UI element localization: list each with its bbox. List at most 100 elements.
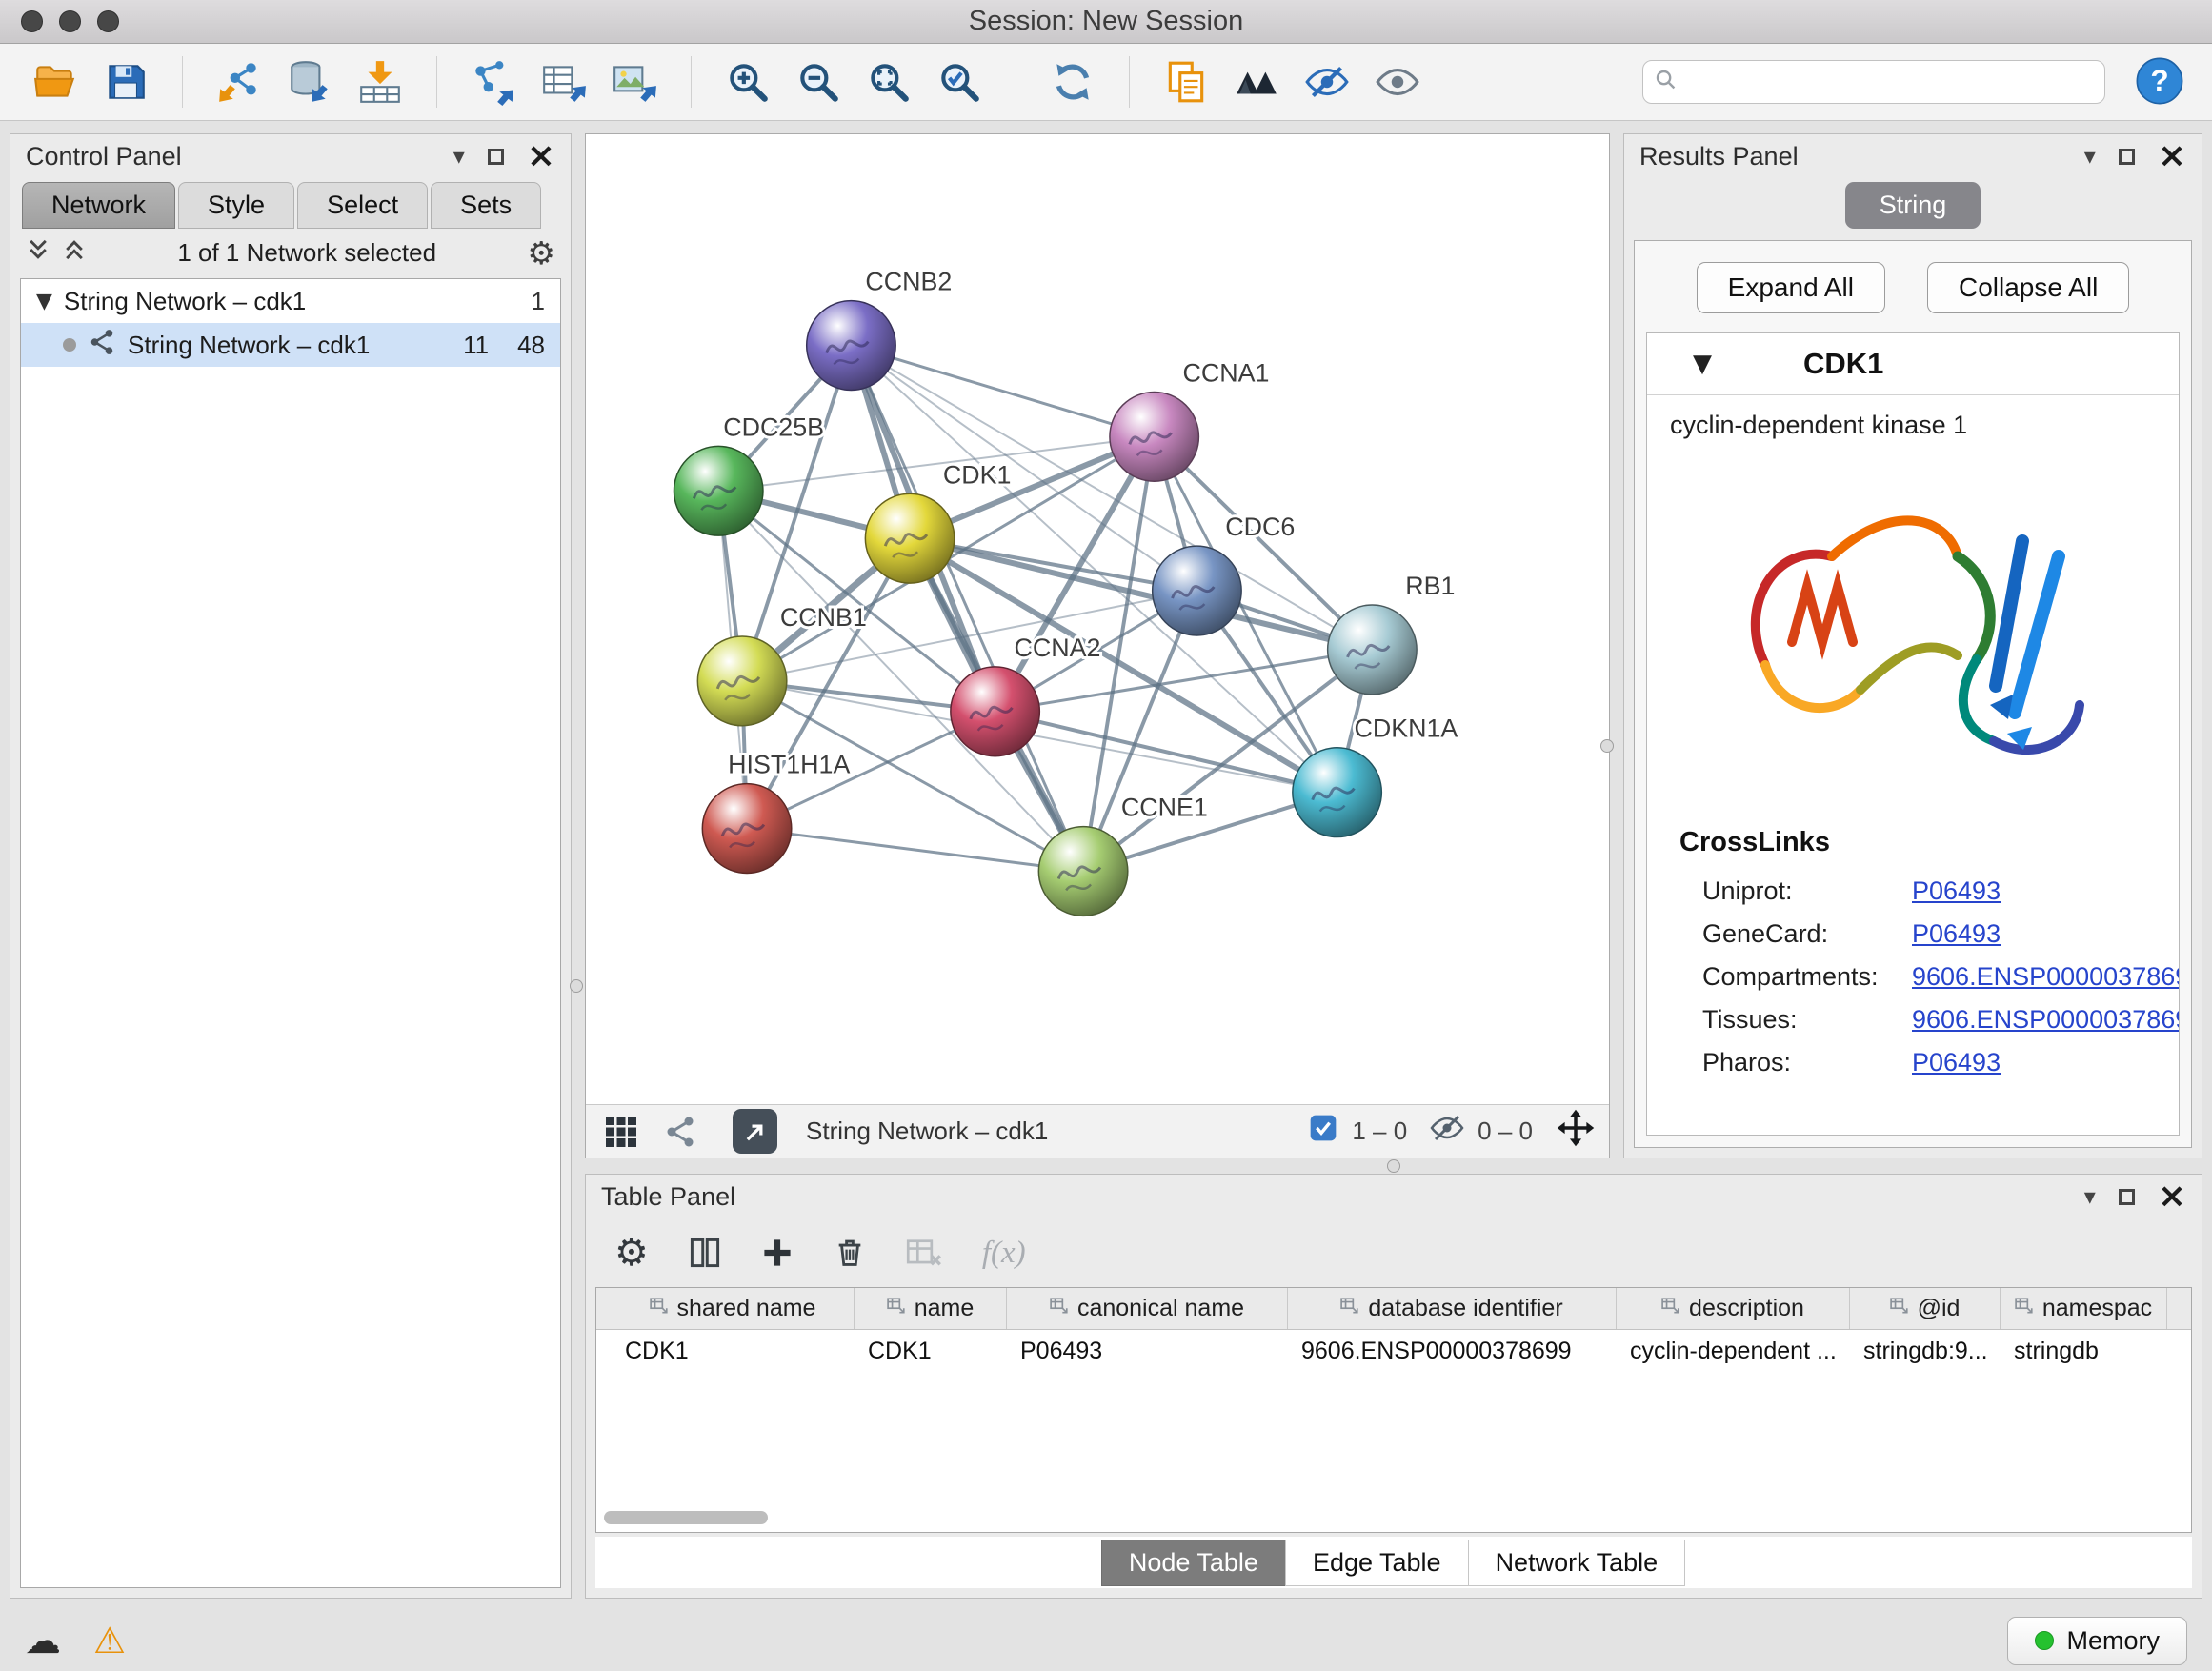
network-edge[interactable] [747,829,1083,872]
network-node-cdkn1a[interactable]: CDKN1A [1293,715,1458,837]
tab-style[interactable]: Style [178,182,294,229]
show-annotations-button[interactable] [1156,51,1217,112]
table-cell[interactable]: P06493 [1007,1338,1288,1365]
gear-icon[interactable]: ⚙ [527,237,555,269]
network-node-ccnb2[interactable]: CCNB2 [807,268,953,391]
memory-button[interactable]: Memory [2007,1617,2187,1665]
birds-eye-view-button[interactable] [1226,51,1287,112]
crosslink-link[interactable]: P06493 [1912,919,2001,949]
network-node-rb1[interactable]: RB1 [1328,572,1456,695]
table-cell[interactable]: 9606.ENSP00000378699 [1288,1338,1617,1365]
network-node-ccnb1[interactable]: CCNB1 [697,603,866,726]
collapse-all-networks-icon[interactable] [26,237,50,269]
network-edge[interactable] [851,346,1083,872]
column-header-canonical-name[interactable]: canonical name [1007,1288,1288,1329]
tab-select[interactable]: Select [297,182,428,229]
table-cell[interactable]: CDK1 [855,1338,1007,1365]
table-cell[interactable]: cyclin-dependent ... [1617,1338,1850,1365]
crosslink-link[interactable]: 9606.ENSP00000378699 [1912,962,2180,992]
refresh-view-button[interactable] [1042,51,1103,112]
splitter-handle[interactable] [1600,739,1614,753]
network-row[interactable]: String Network – cdk1 11 48 [21,323,560,367]
horizontal-splitter[interactable] [585,1158,2202,1174]
crosslink-link[interactable]: 9606.ENSP00000378699 [1912,1005,2180,1035]
panel-float-icon[interactable] [2119,149,2135,165]
panel-close-icon[interactable]: × [2158,1179,2186,1214]
column-header-name[interactable]: name [855,1288,1007,1329]
zoom-out-button[interactable] [788,51,849,112]
show-columns-button[interactable] [689,1237,721,1269]
column-header-description[interactable]: description [1617,1288,1850,1329]
network-canvas[interactable]: CCNB2CCNA1CDC25BCDK1CDC6RB1CCNB1CCNA2CDK… [586,134,1609,1104]
collapse-triangle-icon[interactable]: ▼ [1693,350,1712,378]
panel-menu-icon[interactable]: ▾ [453,143,465,170]
network-node-cdc25b[interactable]: CDC25B [674,413,824,535]
panel-close-icon[interactable]: × [2158,139,2186,173]
show-graphics-details-button[interactable] [1367,51,1428,112]
crosslink-link[interactable]: P06493 [1912,1048,2001,1077]
tab-network[interactable]: Network [22,182,175,229]
expand-all-networks-icon[interactable] [62,237,87,269]
zoom-fit-content-button[interactable] [858,51,919,112]
panel-menu-icon[interactable]: ▾ [2084,1183,2096,1210]
import-network-from-file-button[interactable] [209,51,270,112]
gene-section-header[interactable]: ▼ CDK1 [1647,333,2179,395]
network-overview-button[interactable] [658,1110,702,1154]
panel-float-icon[interactable] [2119,1189,2135,1205]
table-cell[interactable]: stringdb:9... [1850,1338,2001,1365]
open-session-button[interactable] [25,51,86,112]
horizontal-scrollbar[interactable] [604,1511,768,1524]
panel-float-icon[interactable] [488,149,504,165]
search-input[interactable] [1687,68,2093,97]
panel-close-icon[interactable]: × [527,139,555,173]
column-header-namespac[interactable]: namespac [2001,1288,2167,1329]
column-header-database-identifier[interactable]: database identifier [1288,1288,1617,1329]
network-node-cdk1[interactable]: CDK1 [865,460,1011,583]
network-node-hist1h1a[interactable]: HIST1H1A [702,751,850,874]
crosslink-link[interactable]: P06493 [1912,876,2001,906]
tab-sets[interactable]: Sets [431,182,541,229]
close-window-button[interactable] [21,10,43,32]
add-column-button[interactable] [761,1237,794,1269]
import-table-from-file-button[interactable] [350,51,411,112]
cloud-icon[interactable]: ☁ [25,1622,61,1659]
move-icon[interactable] [1556,1108,1596,1155]
table-cell[interactable]: CDK1 [612,1338,855,1365]
tab-string[interactable]: String [1845,182,1981,229]
warning-icon[interactable]: ⚠ [93,1622,126,1659]
table-row[interactable]: CDK1CDK1P064939606.ENSP00000378699cyclin… [596,1330,2191,1372]
table-cell[interactable]: stringdb [2001,1338,2167,1365]
network-collection-row[interactable]: ▼ String Network – cdk1 1 [21,279,560,323]
column-header-shared-name[interactable]: shared name [612,1288,855,1329]
network-node-ccne1[interactable]: CCNE1 [1038,794,1207,916]
grid-view-button[interactable] [599,1110,643,1154]
selected-checkbox-icon[interactable] [1308,1113,1338,1150]
maximize-window-button[interactable] [97,10,119,32]
minimize-window-button[interactable] [59,10,81,32]
export-table-button[interactable] [533,51,594,112]
splitter-handle[interactable] [570,979,583,993]
tab-network-table[interactable]: Network Table [1468,1540,1686,1586]
expand-all-button[interactable]: Expand All [1697,262,1885,313]
help-button[interactable]: ? [2132,54,2187,110]
search-box[interactable] [1642,60,2105,104]
delete-column-button[interactable] [834,1237,866,1269]
table-settings-button[interactable]: ⚙ [614,1234,649,1272]
network-edge[interactable] [851,346,1154,437]
import-network-from-database-button[interactable] [279,51,340,112]
network-edge[interactable] [995,712,1337,793]
splitter-handle[interactable] [1387,1159,1400,1173]
hide-graphics-details-button[interactable] [1297,51,1357,112]
export-image-button[interactable] [604,51,665,112]
collapse-triangle-icon[interactable]: ▼ [36,290,52,313]
panel-menu-icon[interactable]: ▾ [2084,143,2096,170]
column-header-@id[interactable]: @id [1850,1288,2001,1329]
network-node-ccna1[interactable]: CCNA1 [1110,358,1270,481]
zoom-selected-button[interactable] [929,51,990,112]
tab-node-table[interactable]: Node Table [1101,1540,1286,1586]
open-in-new-window-button[interactable] [733,1109,777,1154]
zoom-in-button[interactable] [717,51,778,112]
tab-edge-table[interactable]: Edge Table [1285,1540,1469,1586]
export-network-button[interactable] [463,51,524,112]
save-session-button[interactable] [95,51,156,112]
